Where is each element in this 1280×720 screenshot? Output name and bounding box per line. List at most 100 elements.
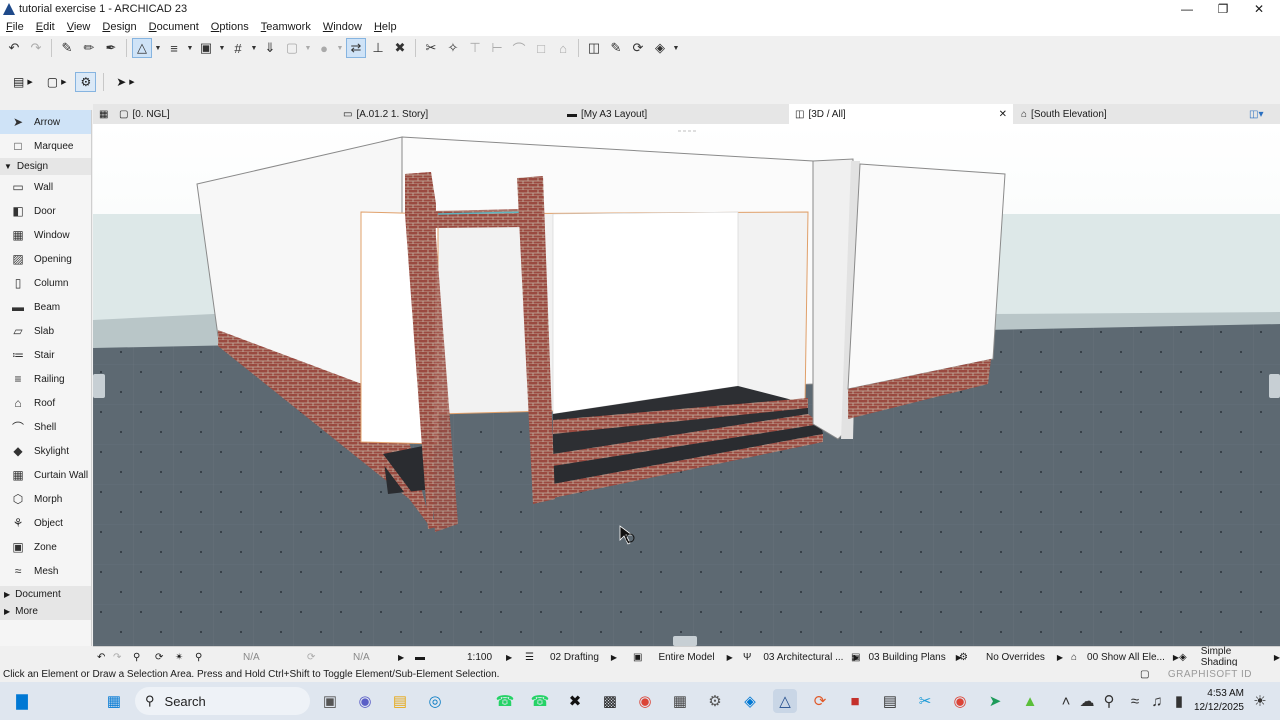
tool-mesh[interactable]: ≈ Mesh (0, 559, 91, 583)
tab-layout[interactable]: ▬ [My A3 Layout] (561, 104, 787, 124)
toolbox-section-design[interactable]: ▼ Design (0, 158, 91, 175)
chrome-profile-icon[interactable]: ◉ (948, 689, 972, 713)
offset-icon[interactable]: □ (531, 38, 551, 58)
renovation-filter-control[interactable]: ⌂ 00 Show All Ele... ▶ (1071, 647, 1179, 667)
chevron-down-icon[interactable]: ▼ (304, 38, 312, 58)
revit-icon[interactable]: ■ (843, 689, 867, 713)
scale-control[interactable]: ▬ 1:100 ▶ (415, 647, 512, 667)
tool-opening[interactable]: ▨ Opening (0, 247, 91, 271)
app-arrow-icon[interactable]: ➤ (983, 689, 1007, 713)
tab-3d-all[interactable]: ◫ [3D / All] ✕ (789, 104, 1013, 124)
rotate-icon[interactable]: ⟳ (307, 647, 315, 667)
orbit-icon[interactable]: ⟳ (628, 38, 648, 58)
redo-view-icon[interactable]: ↷ (113, 647, 121, 667)
tool-roof[interactable]: ⌂ Roof (0, 391, 91, 415)
sketchup-icon[interactable]: ▲ (1018, 689, 1042, 713)
tool-column[interactable]: ▯ Column (0, 271, 91, 295)
tool-wall[interactable]: ▭ Wall (0, 175, 91, 199)
tool-shell[interactable]: ⌒ Shell (0, 415, 91, 439)
layer-combination-control[interactable]: ☰ 02 Drafting ▶ (525, 647, 617, 667)
tool-stair[interactable]: ≔ Stair (0, 343, 91, 367)
menu-window[interactable]: Window (317, 21, 368, 33)
menu-teamwork[interactable]: Teamwork (255, 21, 317, 33)
widgets-icon[interactable]: ▇ (10, 689, 34, 713)
suspend-groups-icon[interactable]: ▢ (282, 38, 302, 58)
menu-help[interactable]: Help (368, 21, 403, 33)
measure-icon[interactable]: ⊥ (368, 38, 388, 58)
chrome-icon[interactable]: ◉ (633, 689, 657, 713)
3d-view-icon[interactable]: ◫ (584, 38, 604, 58)
taskbar-search[interactable]: ⚲ Search (135, 687, 310, 715)
snap-points-icon[interactable]: ▣ (196, 38, 216, 58)
selection-method-icon[interactable]: ▤ ▶ (8, 72, 38, 92)
tool-railing[interactable]: ≡ Railing (0, 367, 91, 391)
archicad-taskbar-icon[interactable]: △ (773, 689, 797, 713)
model-filter-control[interactable]: ▣ Entire Model ▶ (633, 647, 733, 667)
tool-curtain-wall[interactable]: ▦ Curtain Wall (0, 463, 91, 487)
graphisoft-id-label[interactable]: GRAPHISOFT ID (1168, 669, 1252, 680)
split-icon[interactable]: ✂ (421, 38, 441, 58)
settings-icon[interactable]: ⚙ (703, 689, 727, 713)
walk-icon[interactable]: ✴ (175, 647, 183, 667)
chevron-down-icon[interactable]: ▼ (672, 38, 680, 58)
cross-icon[interactable]: ✖ (390, 38, 410, 58)
tool-door[interactable]: ◧ Door (0, 199, 91, 223)
chevron-down-icon[interactable]: ▼ (218, 38, 226, 58)
intersect-icon[interactable]: ⊤ (465, 38, 485, 58)
capcut-icon[interactable]: ✖ (563, 689, 587, 713)
calculator-icon[interactable]: ▦ (668, 689, 692, 713)
tool-skylight[interactable]: ◆ Skylight (0, 439, 91, 463)
roof-icon[interactable]: ⌂ (553, 38, 573, 58)
restore-icon[interactable]: ❐ (1205, 0, 1241, 18)
minimize-icon[interactable]: — (1169, 0, 1205, 18)
tab-floor-plan-ngl[interactable]: ▢ [0. NGL] (113, 104, 335, 124)
menu-design[interactable]: Design (96, 21, 142, 33)
tool-zone[interactable]: ▣ Zone (0, 535, 91, 559)
tool-marquee[interactable]: □ Marquee (0, 134, 91, 158)
inject-parameters-icon[interactable]: ✏ (79, 38, 99, 58)
3d-viewport[interactable] (93, 124, 1280, 646)
account-icon[interactable]: ▢ (1140, 669, 1149, 680)
menu-options[interactable]: Options (205, 21, 255, 33)
close-window-icon[interactable]: ✕ (1241, 0, 1277, 18)
orbit-app-icon[interactable]: ⟳ (808, 689, 832, 713)
pick-up-parameters-icon[interactable]: ✎ (57, 38, 77, 58)
file-explorer-icon[interactable]: ▤ (388, 689, 412, 713)
battery-icon[interactable]: ▮ (1170, 689, 1188, 713)
orbit-view-icon[interactable]: ⟳ (155, 647, 163, 667)
3d-model-render[interactable] (93, 124, 1280, 646)
microphone-icon[interactable]: ⚲ (1100, 689, 1118, 713)
tool-slab[interactable]: ▱ Slab (0, 319, 91, 343)
snipping-tool-icon[interactable]: ✂ (913, 689, 937, 713)
arrow-pointer-icon[interactable]: ➤ ▶ (111, 72, 139, 92)
3d-style-icon[interactable]: ◈ (650, 38, 670, 58)
tab-list-icon[interactable]: ◫▾ (1243, 104, 1280, 124)
volume-icon[interactable]: ♫ (1148, 689, 1166, 713)
menu-view[interactable]: View (61, 21, 97, 33)
teams-icon[interactable]: ◉ (353, 689, 377, 713)
quick-selection-icon[interactable]: ⚙ (75, 72, 97, 92)
menu-file[interactable]: File (0, 21, 30, 33)
undo-view-icon[interactable]: ↶ (97, 647, 105, 667)
gravity-icon[interactable]: ⇓ (260, 38, 280, 58)
tab-story-plan[interactable]: ▭ [A.01.2 1. Story] (337, 104, 559, 124)
zoom-extent-icon[interactable]: ⚲ (195, 647, 202, 667)
guide-lines-icon[interactable]: △ (132, 38, 152, 58)
chevron-down-icon[interactable]: ▼ (250, 38, 258, 58)
chevron-down-icon[interactable]: ▼ (336, 38, 344, 58)
close-tab-icon[interactable]: ✕ (999, 109, 1007, 120)
redo-icon[interactable]: ↷ (26, 38, 46, 58)
menu-edit[interactable]: Edit (30, 21, 61, 33)
chevron-down-icon[interactable]: ▼ (186, 38, 194, 58)
3d-cutaway-icon[interactable]: ✎ (606, 38, 626, 58)
tool-object[interactable]: ⚘ Object (0, 511, 91, 535)
terminal-icon[interactable]: ▩ (598, 689, 622, 713)
whatsapp-icon[interactable]: ☎ (493, 689, 517, 713)
edge-icon[interactable]: ◎ (423, 689, 447, 713)
system-clock[interactable]: 4:53 AM 12/12/2025 (1194, 687, 1244, 715)
chevron-right-icon[interactable]: ▶ (398, 647, 404, 667)
zoom-in-icon[interactable]: ⚲ (133, 647, 140, 667)
tool-arrow[interactable]: ➤ Arrow (0, 110, 91, 134)
model-view-control[interactable]: ▤ 03 Building Plans ▶ (851, 647, 962, 667)
chevron-up-icon[interactable]: ˄ (1058, 689, 1074, 713)
